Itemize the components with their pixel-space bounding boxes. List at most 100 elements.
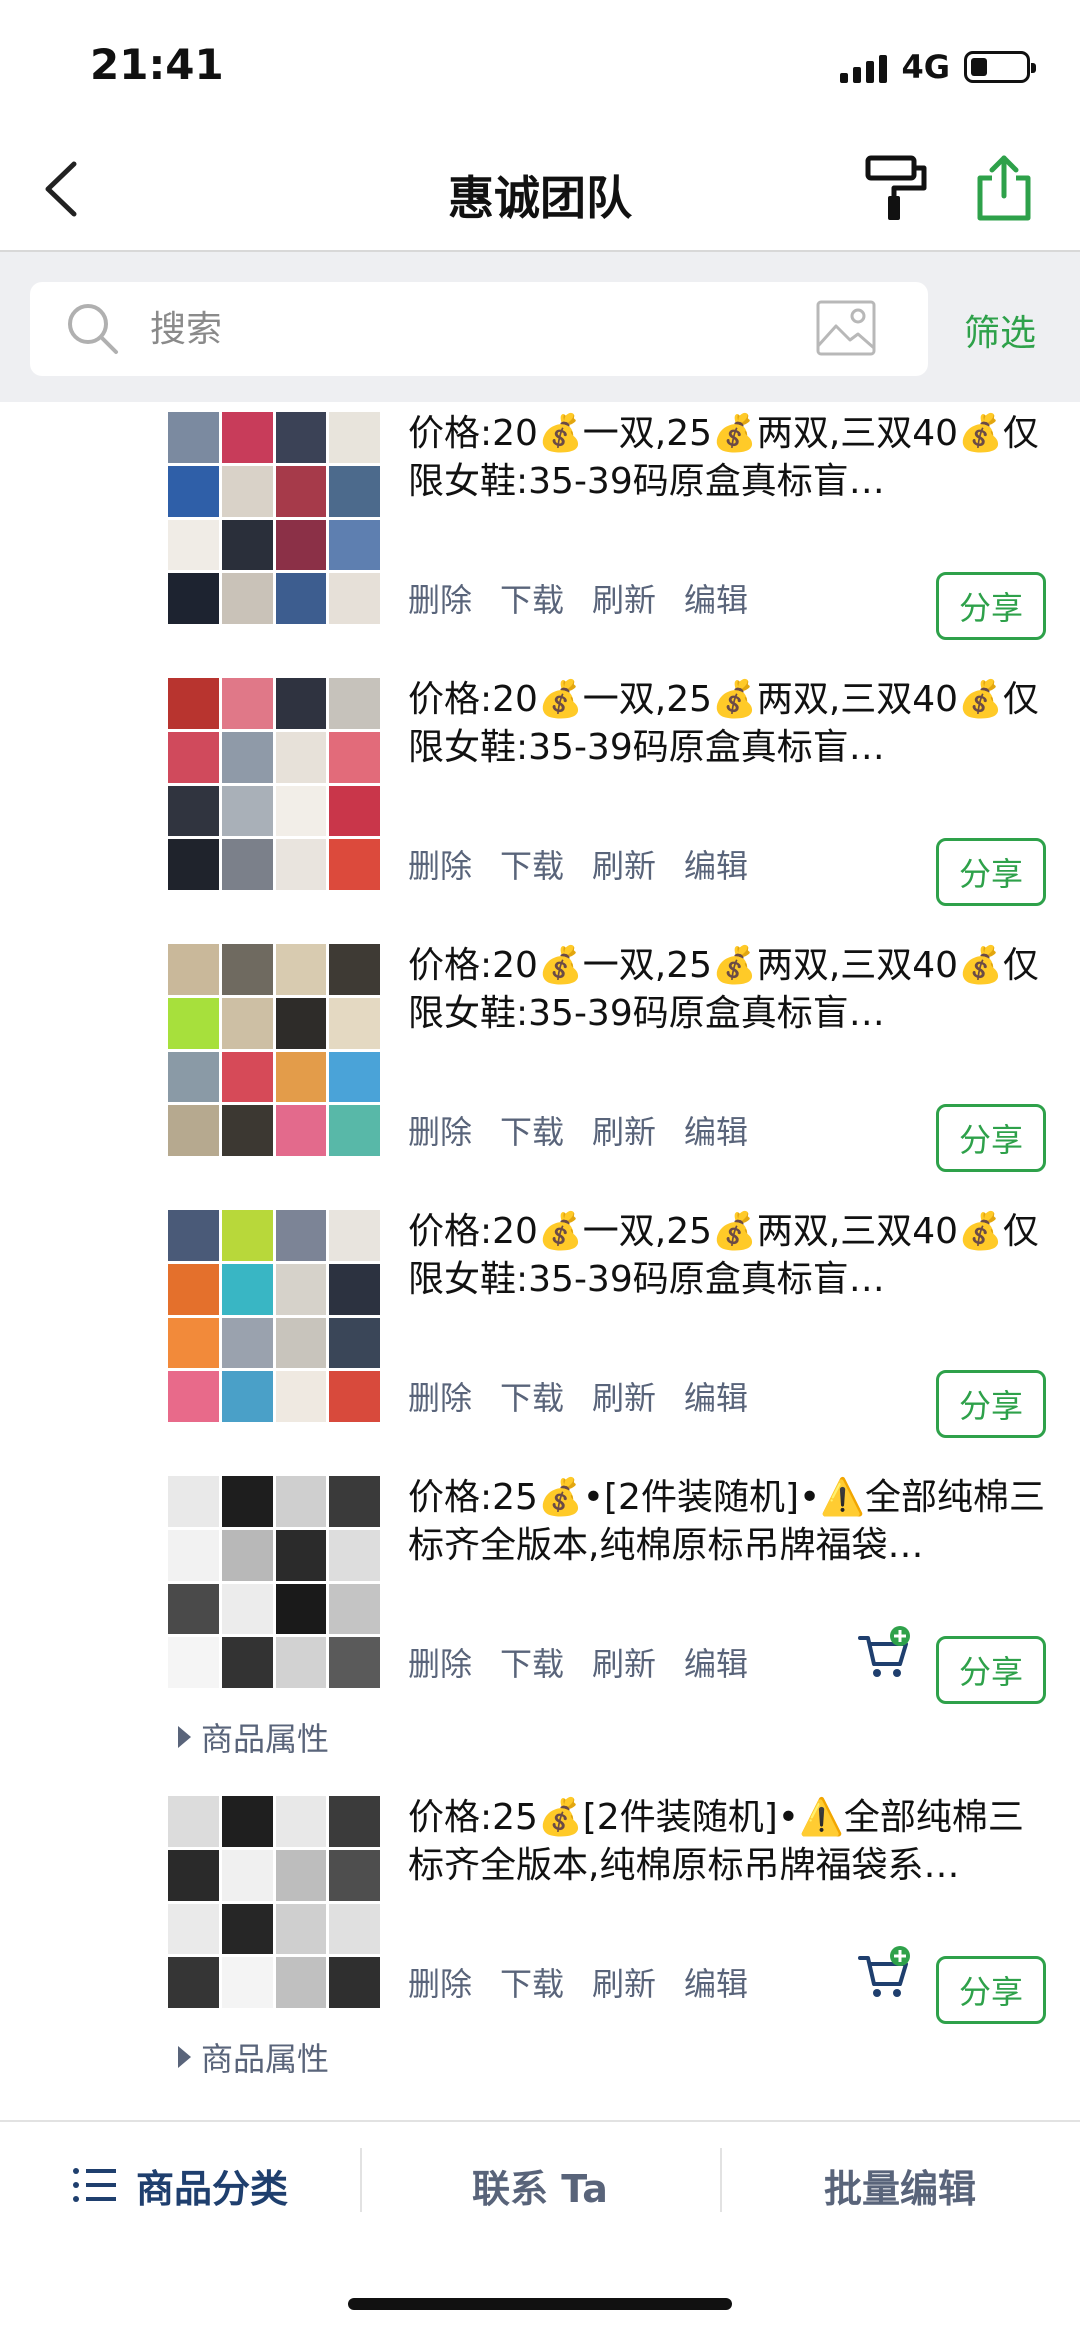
thumbnail-tile: [221, 1529, 273, 1581]
product-description: 价格:20💰一双,25💰两双,三双40💰仅限女鞋:35-39码原盒真标盲…: [408, 1211, 1039, 1300]
product-thumbnail[interactable]: [168, 1476, 380, 1688]
delete-link[interactable]: 删除: [408, 841, 472, 887]
thumbnail-tile: [329, 944, 380, 995]
download-link[interactable]: 下载: [500, 1639, 564, 1685]
search-icon: [68, 304, 118, 354]
thumbnail-tile: [168, 412, 219, 463]
thumbnail-tile: [168, 1637, 219, 1688]
tab-contact[interactable]: 联系 Ta: [360, 2122, 720, 2248]
thumbnail-tile: [221, 839, 273, 890]
thumbnail-tile: [168, 1051, 219, 1103]
tab-product-category[interactable]: 商品分类: [0, 2122, 360, 2248]
share-button[interactable]: 分享: [936, 838, 1046, 906]
thumbnail-tile: [275, 731, 327, 783]
filter-button[interactable]: 筛选: [964, 304, 1036, 356]
download-link[interactable]: 下载: [500, 1107, 564, 1153]
product-thumbnail[interactable]: [168, 412, 380, 624]
product-thumbnail[interactable]: [168, 678, 380, 890]
thumbnail-tile: [329, 678, 380, 729]
product-attributes-toggle[interactable]: 商品属性: [178, 2034, 329, 2080]
thumbnail-tile: [221, 412, 273, 463]
thumbnail-tile: [275, 1476, 327, 1527]
thumbnail-tile: [168, 944, 219, 995]
thumbnail-tile: [329, 731, 380, 783]
thumbnail-tile: [329, 785, 380, 837]
thumbnail-tile: [221, 678, 273, 729]
download-link[interactable]: 下载: [500, 1959, 564, 2005]
add-to-cart-icon[interactable]: [856, 1626, 912, 1682]
edit-link[interactable]: 编辑: [684, 575, 748, 621]
add-to-cart-icon[interactable]: [856, 1946, 912, 2002]
home-indicator: [348, 2298, 732, 2310]
tab-label: 联系 Ta: [472, 2166, 608, 2211]
product-description: 价格:20💰一双,25💰两双,三双40💰仅限女鞋:35-39码原盒真标盲…: [408, 413, 1039, 502]
thumbnail-tile: [221, 1210, 273, 1261]
item-actions: 删除 下载 刷新 编辑: [408, 575, 748, 621]
share-button[interactable]: 分享: [936, 1636, 1046, 1704]
thumbnail-tile: [168, 678, 219, 729]
thumbnail-tile: [275, 997, 327, 1049]
thumbnail-tile: [329, 1796, 380, 1847]
share-button[interactable]: 分享: [936, 1104, 1046, 1172]
share-button[interactable]: 分享: [936, 1956, 1046, 2024]
thumbnail-tile: [275, 1903, 327, 1955]
product-attributes-toggle[interactable]: 商品属性: [178, 1714, 329, 1760]
edit-link[interactable]: 编辑: [684, 1959, 748, 2005]
search-input[interactable]: [150, 282, 790, 376]
edit-link[interactable]: 编辑: [684, 841, 748, 887]
product-description: 价格:20💰一双,25💰两双,三双40💰仅限女鞋:35-39码原盒真标盲…: [408, 945, 1039, 1034]
edit-link[interactable]: 编辑: [684, 1373, 748, 1419]
thumbnail-tile: [221, 1317, 273, 1369]
thumbnail-tile: [329, 1583, 380, 1635]
thumbnail-tile: [168, 1210, 219, 1261]
thumbnail-tile: [221, 785, 273, 837]
signal-icon: [840, 51, 888, 83]
thumbnail-tile: [168, 1796, 219, 1847]
status-time: 21:41: [90, 40, 224, 89]
thumbnail-tile: [168, 1849, 219, 1901]
tab-batch-edit[interactable]: 批量编辑: [720, 2122, 1080, 2248]
refresh-link[interactable]: 刷新: [592, 1639, 656, 1685]
refresh-link[interactable]: 刷新: [592, 1107, 656, 1153]
paint-roller-icon[interactable]: [860, 152, 932, 224]
edit-link[interactable]: 编辑: [684, 1107, 748, 1153]
product-thumbnail[interactable]: [168, 1210, 380, 1422]
download-link[interactable]: 下载: [500, 841, 564, 887]
attributes-label: 商品属性: [201, 2040, 330, 2078]
download-link[interactable]: 下载: [500, 1373, 564, 1419]
thumbnail-tile: [221, 573, 273, 624]
thumbnail-tile: [275, 1317, 327, 1369]
thumbnail-tile: [168, 1957, 219, 2008]
thumbnail-tile: [275, 785, 327, 837]
product-thumbnail[interactable]: [168, 1796, 380, 2008]
thumbnail-tile: [168, 1476, 219, 1527]
delete-link[interactable]: 删除: [408, 575, 472, 621]
delete-link[interactable]: 删除: [408, 1639, 472, 1685]
product-thumbnail[interactable]: [168, 944, 380, 1156]
thumbnail-tile: [168, 519, 219, 571]
refresh-link[interactable]: 刷新: [592, 1373, 656, 1419]
thumbnail-tile: [168, 1583, 219, 1635]
thumbnail-tile: [221, 1903, 273, 1955]
thumbnail-tile: [168, 1903, 219, 1955]
refresh-link[interactable]: 刷新: [592, 575, 656, 621]
share-button[interactable]: 分享: [936, 1370, 1046, 1438]
thumbnail-tile: [221, 1051, 273, 1103]
item-actions: 删除 下载 刷新 编辑: [408, 1107, 748, 1153]
delete-link[interactable]: 删除: [408, 1959, 472, 2005]
thumbnail-tile: [329, 465, 380, 517]
edit-link[interactable]: 编辑: [684, 1639, 748, 1685]
image-search-icon[interactable]: [814, 296, 878, 360]
delete-link[interactable]: 删除: [408, 1107, 472, 1153]
thumbnail-tile: [168, 731, 219, 783]
refresh-link[interactable]: 刷新: [592, 841, 656, 887]
download-link[interactable]: 下载: [500, 575, 564, 621]
thumbnail-tile: [329, 1903, 380, 1955]
share-button[interactable]: 分享: [936, 572, 1046, 640]
refresh-link[interactable]: 刷新: [592, 1959, 656, 2005]
delete-link[interactable]: 删除: [408, 1373, 472, 1419]
tab-label: 商品分类: [135, 2166, 288, 2211]
share-export-icon[interactable]: [968, 152, 1040, 224]
thumbnail-tile: [221, 1583, 273, 1635]
search-box[interactable]: [30, 282, 928, 376]
